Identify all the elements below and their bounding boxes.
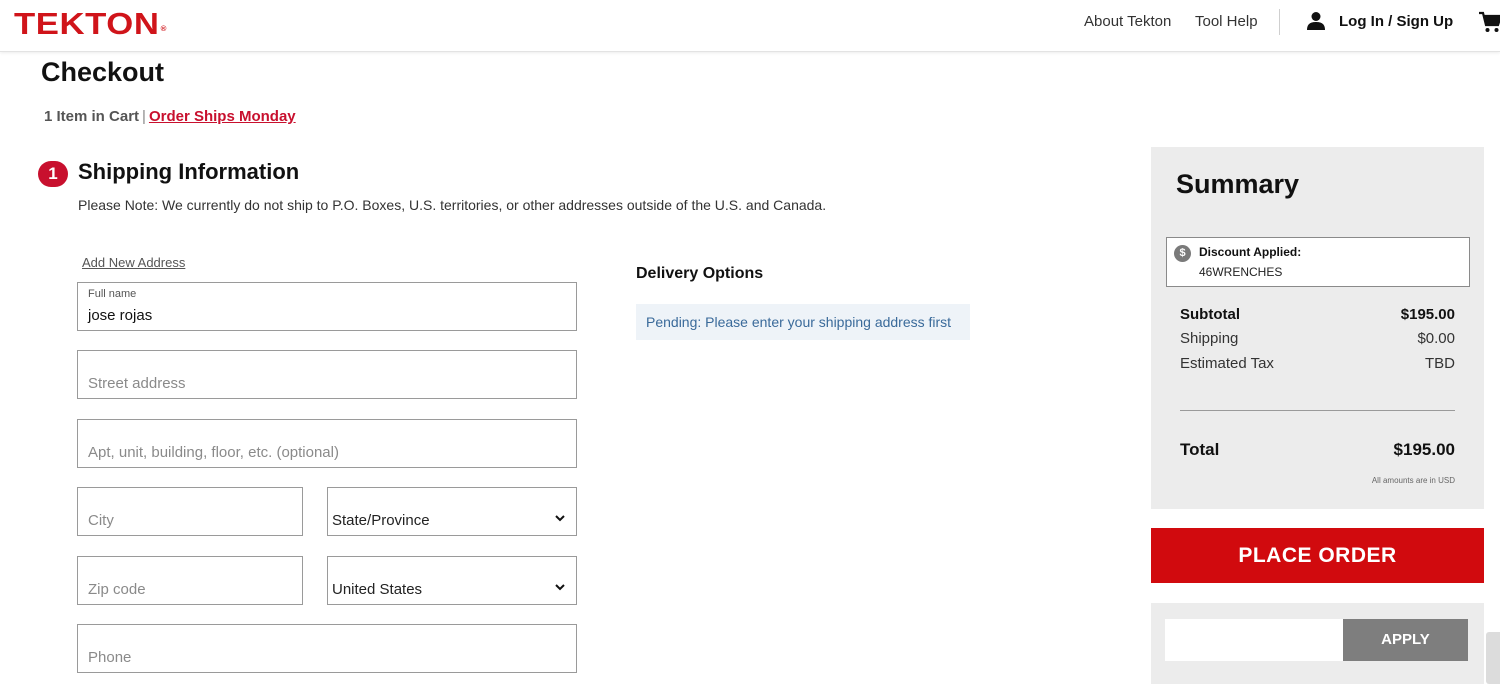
shipping-value: $0.00 — [1417, 330, 1455, 347]
order-summary-panel: Summary $ Discount Applied: 46WRENCHES S… — [1151, 147, 1484, 509]
promo-code-input[interactable] — [1165, 619, 1345, 661]
subtotal-label: Subtotal — [1180, 306, 1240, 323]
place-order-button[interactable]: PLACE ORDER — [1151, 528, 1484, 583]
chevron-down-icon — [555, 515, 565, 522]
cart-separator: | — [142, 108, 146, 125]
nav-about-tekton[interactable]: About Tekton — [1084, 13, 1171, 30]
login-signup-link[interactable]: Log In / Sign Up — [1339, 13, 1453, 30]
shipping-label: Shipping — [1180, 330, 1239, 347]
tax-value: TBD — [1425, 355, 1455, 372]
phone-field[interactable]: Phone — [77, 624, 577, 673]
total-label: Total — [1180, 440, 1220, 459]
site-header: TEKTON® About Tekton Tool Help Log In / … — [0, 0, 1500, 52]
nav-divider — [1279, 9, 1280, 35]
cart-count: 1 Item in Cart — [44, 108, 140, 125]
nav-tool-help[interactable]: Tool Help — [1195, 13, 1258, 30]
apt-unit-placeholder: Apt, unit, building, floor, etc. (option… — [88, 444, 339, 461]
scrollbar-handle[interactable] — [1486, 632, 1500, 684]
city-placeholder: City — [88, 512, 114, 529]
summary-divider — [1180, 410, 1455, 411]
apply-button[interactable]: APPLY — [1343, 619, 1468, 661]
discount-applied-box: $ Discount Applied: 46WRENCHES — [1166, 237, 1470, 287]
country-select[interactable]: United States — [327, 556, 577, 605]
discount-label: Discount Applied: — [1199, 245, 1302, 259]
full-name-field[interactable]: Full name jose rojas — [77, 282, 577, 331]
chevron-down-icon — [555, 584, 565, 591]
add-new-address-link[interactable]: Add New Address — [82, 255, 185, 270]
phone-placeholder: Phone — [88, 649, 132, 666]
street-address-placeholder: Street address — [88, 375, 186, 392]
zip-code-placeholder: Zip code — [88, 581, 146, 598]
shipping-note: Please Note: We currently do not ship to… — [78, 197, 827, 213]
total-value: $195.00 — [1393, 440, 1455, 459]
summary-title: Summary — [1176, 169, 1300, 199]
cart-status: 1 Item in Cart | Order Ships Monday — [44, 108, 296, 125]
city-field[interactable]: City — [77, 487, 303, 536]
delivery-options-title: Delivery Options — [636, 265, 764, 282]
street-address-field[interactable]: Street address — [77, 350, 577, 399]
full-name-label: Full name — [88, 288, 137, 300]
promo-code-panel: APPLY — [1151, 603, 1484, 684]
country-value: United States — [332, 581, 423, 598]
tax-label: Estimated Tax — [1180, 355, 1274, 372]
dollar-icon: $ — [1174, 245, 1191, 262]
order-ships-link[interactable]: Order Ships Monday — [149, 108, 296, 125]
page-title: Checkout — [41, 57, 165, 87]
discount-code: 46WRENCHES — [1199, 265, 1283, 279]
tekton-logo[interactable]: TEKTON® — [14, 6, 167, 42]
delivery-pending-message: Pending: Please enter your shipping addr… — [636, 304, 970, 340]
state-province-select[interactable]: State/Province — [327, 487, 577, 536]
state-province-value: State/Province — [332, 512, 430, 529]
cart-icon[interactable] — [1478, 10, 1500, 34]
step-number-badge: 1 — [38, 161, 68, 187]
currency-note: All amounts are in USD — [1371, 476, 1455, 485]
shipping-section-title: Shipping Information — [78, 159, 300, 184]
full-name-value: jose rojas — [88, 307, 153, 324]
subtotal-value: $195.00 — [1400, 306, 1455, 323]
apt-unit-field[interactable]: Apt, unit, building, floor, etc. (option… — [77, 419, 577, 468]
zip-code-field[interactable]: Zip code — [77, 556, 303, 605]
user-icon[interactable] — [1306, 11, 1326, 31]
